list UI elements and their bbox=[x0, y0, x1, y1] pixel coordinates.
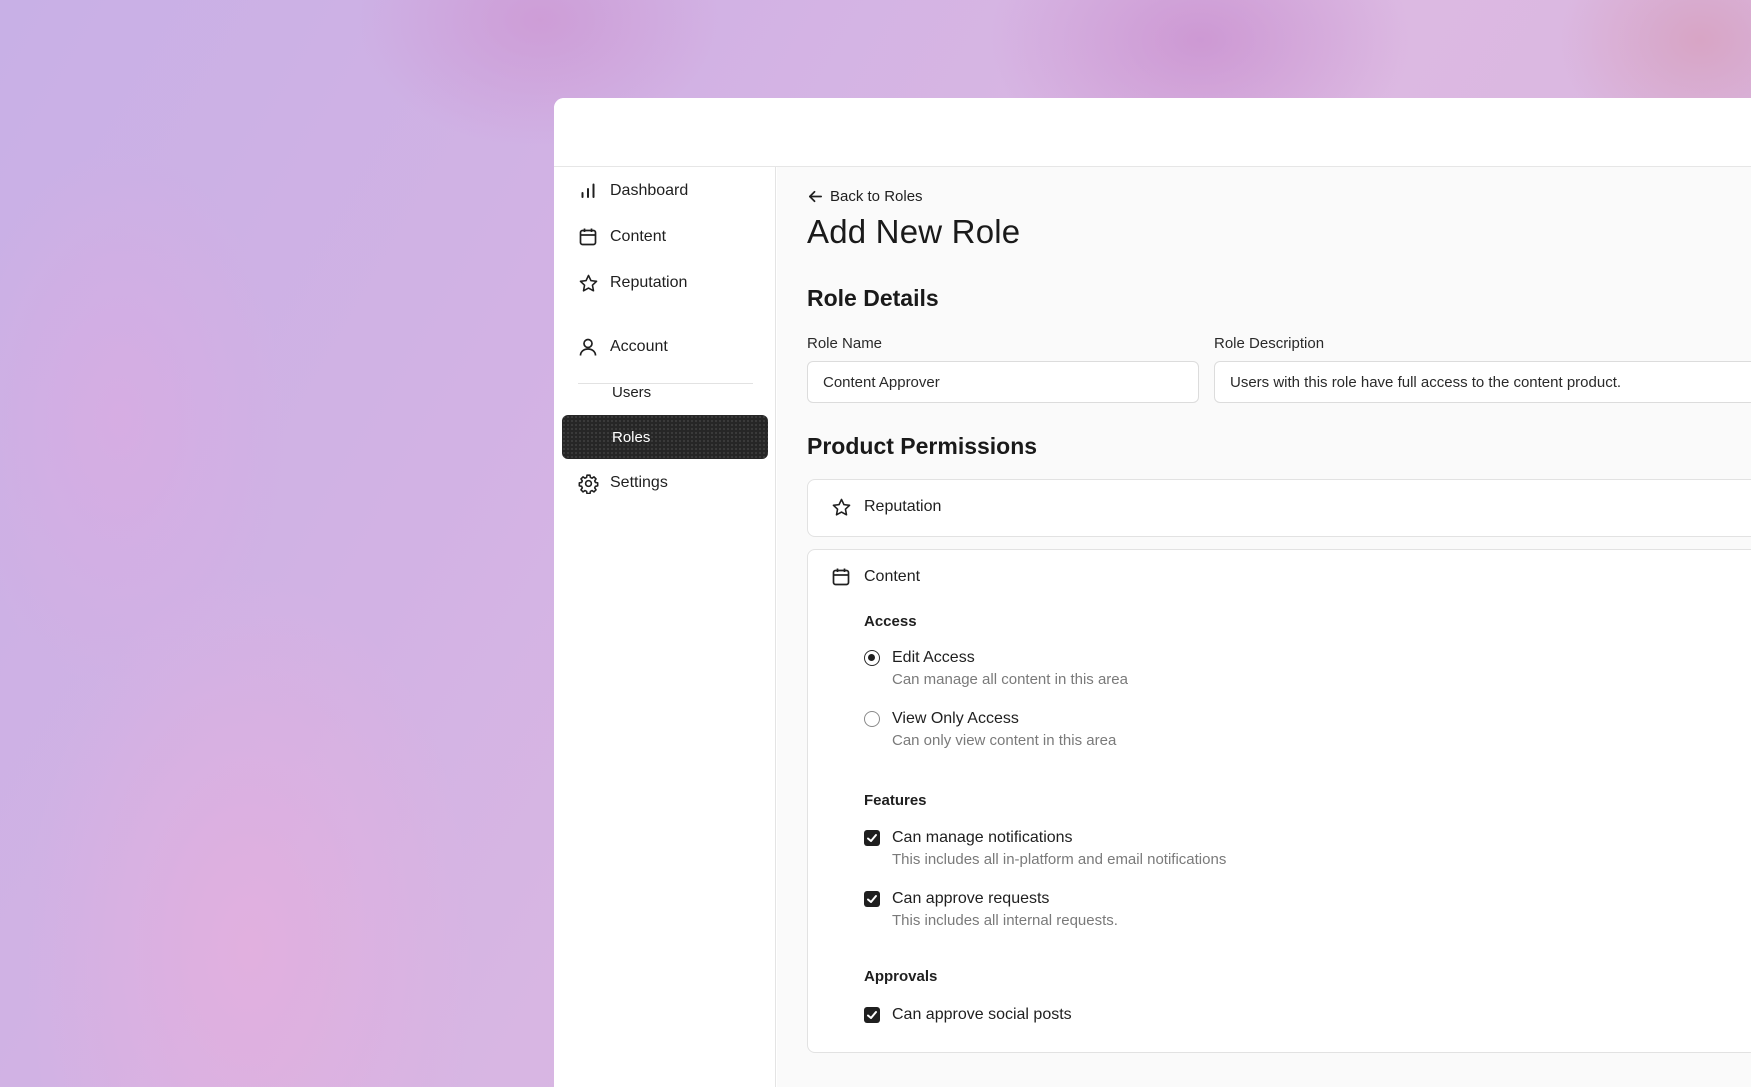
view-only-access-radio[interactable] bbox=[864, 711, 880, 727]
back-link-label: Back to Roles bbox=[830, 188, 923, 205]
sidebar-item-dashboard[interactable]: Dashboard bbox=[562, 169, 768, 213]
option-label: Can approve requests bbox=[892, 890, 1050, 907]
approve-requests-checkbox[interactable] bbox=[864, 891, 880, 907]
reputation-permission-header[interactable]: Reputation bbox=[830, 496, 941, 518]
sidebar-item-roles[interactable]: Roles bbox=[562, 415, 768, 459]
permission-label: Reputation bbox=[864, 498, 942, 515]
bar-chart-icon bbox=[577, 180, 599, 202]
star-icon bbox=[830, 496, 852, 518]
arrow-left-icon bbox=[808, 190, 823, 203]
option-description: Can only view content in this area bbox=[892, 732, 1117, 749]
star-icon bbox=[577, 272, 599, 294]
sidebar-item-label: Dashboard bbox=[610, 182, 689, 199]
manage-notifications-checkbox[interactable] bbox=[864, 830, 880, 846]
approve-social-posts-checkbox[interactable] bbox=[864, 1007, 880, 1023]
sidebar: Dashboard Content Reputation Account Use… bbox=[554, 167, 776, 1087]
page-title: Add New Role bbox=[807, 213, 1021, 250]
features-group-title: Features bbox=[864, 792, 927, 809]
content-permission-header[interactable]: Content bbox=[830, 566, 920, 588]
option-description: This includes all internal requests. bbox=[892, 912, 1118, 929]
sidebar-item-label: Reputation bbox=[610, 274, 688, 291]
role-description-input[interactable] bbox=[1214, 361, 1751, 403]
sidebar-item-label: Account bbox=[610, 338, 668, 355]
option-description: Can manage all content in this area bbox=[892, 671, 1128, 688]
role-name-label: Role Name bbox=[807, 335, 883, 352]
option-label: Can manage notifications bbox=[892, 829, 1073, 846]
product-permissions-heading: Product Permissions bbox=[807, 433, 1038, 459]
sidebar-item-account[interactable]: Account bbox=[562, 325, 768, 369]
gear-icon bbox=[577, 472, 599, 494]
reputation-permission-card[interactable]: Reputation bbox=[807, 479, 1751, 537]
sidebar-item-label: Users bbox=[612, 383, 652, 401]
edit-access-radio-option[interactable]: Edit Access Can manage all content in th… bbox=[864, 648, 1128, 690]
role-name-input[interactable] bbox=[807, 361, 1199, 403]
sidebar-item-label: Roles bbox=[612, 428, 651, 446]
back-to-roles-link[interactable]: Back to Roles bbox=[807, 188, 923, 205]
sidebar-item-settings[interactable]: Settings bbox=[562, 461, 768, 505]
sidebar-item-label: Settings bbox=[610, 474, 668, 491]
calendar-icon bbox=[577, 226, 599, 248]
app-window: Dashboard Content Reputation Account Use… bbox=[554, 98, 1751, 1087]
option-label: Can approve social posts bbox=[892, 1006, 1072, 1023]
view-only-access-radio-option[interactable]: View Only Access Can only view content i… bbox=[864, 709, 1116, 751]
top-bar bbox=[554, 98, 1751, 167]
sidebar-item-reputation[interactable]: Reputation bbox=[562, 261, 768, 305]
manage-notifications-checkbox-option[interactable]: Can manage notifications This includes a… bbox=[864, 828, 1226, 870]
approve-social-posts-checkbox-option[interactable]: Can approve social posts bbox=[864, 1005, 1072, 1025]
user-icon bbox=[577, 336, 599, 358]
approve-requests-checkbox-option[interactable]: Can approve requests This includes all i… bbox=[864, 889, 1118, 931]
main-content: Back to Roles Add New Role Role Details … bbox=[777, 167, 1751, 1087]
access-group-title: Access bbox=[864, 613, 917, 630]
permission-label: Content bbox=[864, 568, 921, 585]
sidebar-item-users[interactable]: Users bbox=[562, 370, 768, 414]
role-description-label: Role Description bbox=[1214, 335, 1325, 352]
sidebar-item-content[interactable]: Content bbox=[562, 215, 768, 259]
edit-access-radio[interactable] bbox=[864, 650, 880, 666]
option-label: View Only Access bbox=[892, 710, 1019, 727]
content-permission-card: Content Access Edit Access Can manage al… bbox=[807, 549, 1751, 1053]
role-details-heading: Role Details bbox=[807, 285, 939, 311]
sidebar-item-label: Content bbox=[610, 228, 667, 245]
calendar-icon bbox=[830, 566, 852, 588]
option-description: This includes all in-platform and email … bbox=[892, 851, 1227, 868]
option-label: Edit Access bbox=[892, 649, 975, 666]
approvals-group-title: Approvals bbox=[864, 968, 938, 985]
